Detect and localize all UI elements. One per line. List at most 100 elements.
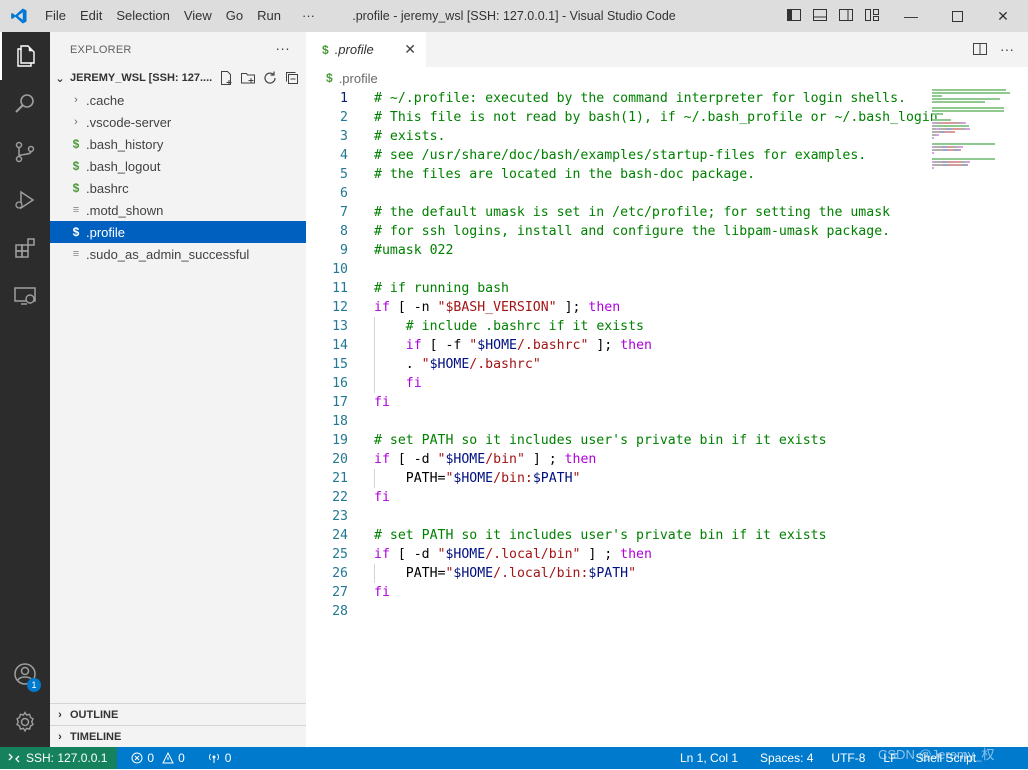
- manage-gear-icon[interactable]: [0, 698, 50, 746]
- collapse-all-icon[interactable]: [284, 70, 300, 86]
- line-number: 1: [340, 91, 348, 106]
- outline-section[interactable]: › OUTLINE: [50, 703, 306, 725]
- code-line[interactable]: 24 # set PATH so it includes user's priva…: [306, 526, 928, 545]
- remote-explorer-icon[interactable]: [0, 272, 50, 320]
- tree-item-label: .bash_logout: [86, 158, 161, 174]
- code-line[interactable]: 7 # the default umask is set in /etc/prof…: [306, 203, 928, 222]
- problems-indicator[interactable]: 0 0: [123, 751, 192, 765]
- menu-go[interactable]: Go: [219, 0, 250, 32]
- minimap-line: [932, 125, 1022, 127]
- breadcrumb-file[interactable]: .profile: [339, 71, 378, 86]
- code-line[interactable]: 14 if [ -f "$HOME/.bashrc" ]; then: [306, 336, 928, 355]
- code-line[interactable]: 11 # if running bash: [306, 279, 928, 298]
- tree-item-profile[interactable]: $ .profile: [50, 221, 306, 243]
- minimap-line: [932, 131, 1022, 133]
- code-text: # the default umask is set in /etc/profi…: [374, 205, 891, 220]
- menu-more[interactable]: ···: [288, 0, 322, 32]
- close-window-icon[interactable]: ✕: [980, 0, 1026, 32]
- menu-edit[interactable]: Edit: [73, 0, 109, 32]
- editor-more-actions-icon[interactable]: ···: [1000, 41, 1014, 60]
- code-text: # set PATH so it includes user's private…: [374, 433, 827, 448]
- code-line[interactable]: 12 if [ -n "$BASH_VERSION" ]; then: [306, 298, 928, 317]
- accounts-icon[interactable]: 1: [0, 650, 50, 698]
- toggle-primary-sidebar-icon[interactable]: [786, 7, 802, 23]
- code-line[interactable]: 16 fi: [306, 374, 928, 393]
- refresh-icon[interactable]: [262, 70, 278, 86]
- code-text: # set PATH so it includes user's private…: [374, 528, 827, 543]
- new-file-icon[interactable]: [218, 70, 234, 86]
- tree-item-sudo-as-admin-successful[interactable]: ≡ .sudo_as_admin_successful: [50, 243, 306, 265]
- new-folder-icon[interactable]: [240, 70, 256, 86]
- encoding[interactable]: UTF-8: [823, 751, 873, 765]
- search-icon[interactable]: [0, 80, 50, 128]
- tree-item-bashrc[interactable]: $ .bashrc: [50, 177, 306, 199]
- code-line[interactable]: 6: [306, 184, 928, 203]
- code-line[interactable]: 26 PATH="$HOME/.local/bin:$PATH": [306, 564, 928, 583]
- minimap-line: [932, 137, 1022, 139]
- code-line[interactable]: 4 # see /usr/share/doc/bash/examples/star…: [306, 146, 928, 165]
- split-editor-icon[interactable]: [972, 41, 988, 60]
- menu-run[interactable]: Run: [250, 0, 288, 32]
- code-line[interactable]: 13 # include .bashrc if it exists: [306, 317, 928, 336]
- more-actions-icon[interactable]: ···: [275, 40, 290, 56]
- workspace-root[interactable]: ⌄ JEREMY_WSL [SSH: 127....: [50, 67, 306, 89]
- menu-selection[interactable]: Selection: [109, 0, 176, 32]
- minimize-icon[interactable]: —: [888, 0, 934, 32]
- minimap-line: [932, 158, 1022, 160]
- code-editor[interactable]: 1 # ~/.profile: executed by the command i…: [306, 89, 938, 689]
- code-line[interactable]: 8 # for ssh logins, install and configure…: [306, 222, 928, 241]
- code-line[interactable]: 17 fi: [306, 393, 928, 412]
- code-line[interactable]: 1 # ~/.profile: executed by the command i…: [306, 89, 928, 108]
- code-line[interactable]: 28: [306, 602, 928, 621]
- code-line[interactable]: 21 PATH="$HOME/bin:$PATH": [306, 469, 928, 488]
- menu-view[interactable]: View: [177, 0, 219, 32]
- minimap-line: [932, 113, 1022, 115]
- tree-item-vscode-server[interactable]: › .vscode-server: [50, 111, 306, 133]
- code-line[interactable]: 27 fi: [306, 583, 928, 602]
- menu-file[interactable]: File: [38, 0, 73, 32]
- code-line[interactable]: 2 # This file is not read by bash(1), if …: [306, 108, 938, 127]
- run-and-debug-icon[interactable]: [0, 176, 50, 224]
- minimap[interactable]: [932, 89, 1022, 169]
- code-line[interactable]: 19 # set PATH so it includes user's priva…: [306, 431, 928, 450]
- close-tab-icon[interactable]: ✕: [404, 41, 416, 58]
- toggle-secondary-sidebar-icon[interactable]: [838, 7, 854, 23]
- tab-profile[interactable]: $ .profile ✕: [306, 32, 426, 67]
- code-line[interactable]: 23: [306, 507, 928, 526]
- code-line[interactable]: 5 # the files are located in the bash-doc…: [306, 165, 928, 184]
- customize-layout-icon[interactable]: [864, 7, 880, 23]
- code-line[interactable]: 25 if [ -d "$HOME/.local/bin" ] ; then: [306, 545, 928, 564]
- minimap-line: [932, 116, 1022, 118]
- code-text: if [ -d "$HOME/.local/bin" ] ; then: [374, 547, 652, 562]
- maximize-icon[interactable]: [934, 0, 980, 32]
- tree-item-bash-history[interactable]: $ .bash_history: [50, 133, 306, 155]
- code-line[interactable]: 20 if [ -d "$HOME/bin" ] ; then: [306, 450, 928, 469]
- tree-item-motd-shown[interactable]: ≡ .motd_shown: [50, 199, 306, 221]
- ports-indicator[interactable]: 0: [199, 751, 240, 765]
- extensions-icon[interactable]: [0, 224, 50, 272]
- code-text: # include .bashrc if it exists: [405, 319, 644, 334]
- code-line[interactable]: 10: [306, 260, 928, 279]
- code-text: fi: [405, 376, 422, 391]
- cursor-position[interactable]: Ln 1, Col 1: [672, 751, 746, 765]
- code-line[interactable]: 15 . "$HOME/.bashrc": [306, 355, 928, 374]
- code-text: fi: [374, 585, 390, 600]
- line-number: 9: [340, 243, 348, 258]
- line-number: 24: [332, 528, 348, 543]
- code-line[interactable]: 18: [306, 412, 928, 431]
- code-line[interactable]: 3 # exists.: [306, 127, 928, 146]
- timeline-section[interactable]: › TIMELINE: [50, 725, 306, 747]
- remote-indicator[interactable]: SSH: 127.0.0.1: [0, 747, 118, 769]
- indentation[interactable]: Spaces: 4: [752, 751, 821, 765]
- toggle-panel-icon[interactable]: [812, 7, 828, 23]
- shell-file-icon: $: [72, 137, 80, 151]
- tree-item-bash-logout[interactable]: $ .bash_logout: [50, 155, 306, 177]
- code-line[interactable]: 22 fi: [306, 488, 928, 507]
- source-control-icon[interactable]: [0, 128, 50, 176]
- line-number: 19: [332, 433, 348, 448]
- code-line[interactable]: 9 #umask 022: [306, 241, 928, 260]
- tree-item-cache[interactable]: › .cache: [50, 89, 306, 111]
- explorer-icon[interactable]: [0, 32, 50, 80]
- watermark: CSDN @Jeremy_权: [878, 747, 995, 762]
- vertical-scrollbar[interactable]: [1022, 89, 1028, 747]
